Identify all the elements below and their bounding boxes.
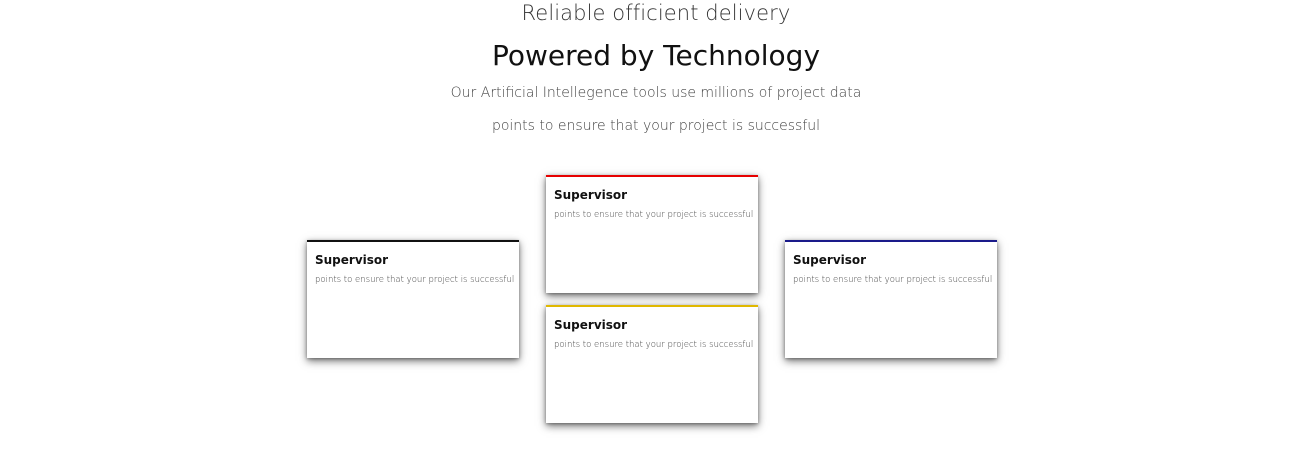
card-title: Supervisor (793, 253, 867, 267)
feature-card-top: Supervisor points to ensure that your pr… (546, 175, 758, 293)
card-title: Supervisor (554, 188, 628, 202)
card-text: points to ensure that your project is su… (554, 210, 754, 220)
eyebrow-text: Reliable officient delivery (521, 1, 791, 25)
feature-card-right: Supervisor points to ensure that your pr… (785, 240, 997, 358)
card-text: points to ensure that your project is su… (315, 275, 515, 285)
feature-card-left: Supervisor points to ensure that your pr… (307, 240, 519, 358)
card-text: points to ensure that your project is su… (793, 275, 993, 285)
description-line-2: points to ensure that your project is su… (491, 118, 821, 134)
page-title: Powered by Technology (491, 39, 821, 72)
card-text: points to ensure that your project is su… (554, 340, 754, 350)
card-title: Supervisor (315, 253, 389, 267)
card-title: Supervisor (554, 318, 628, 332)
description-line-1: Our Artificial Intellegence tools use mi… (450, 85, 862, 101)
feature-card-bottom: Supervisor points to ensure that your pr… (546, 305, 758, 423)
